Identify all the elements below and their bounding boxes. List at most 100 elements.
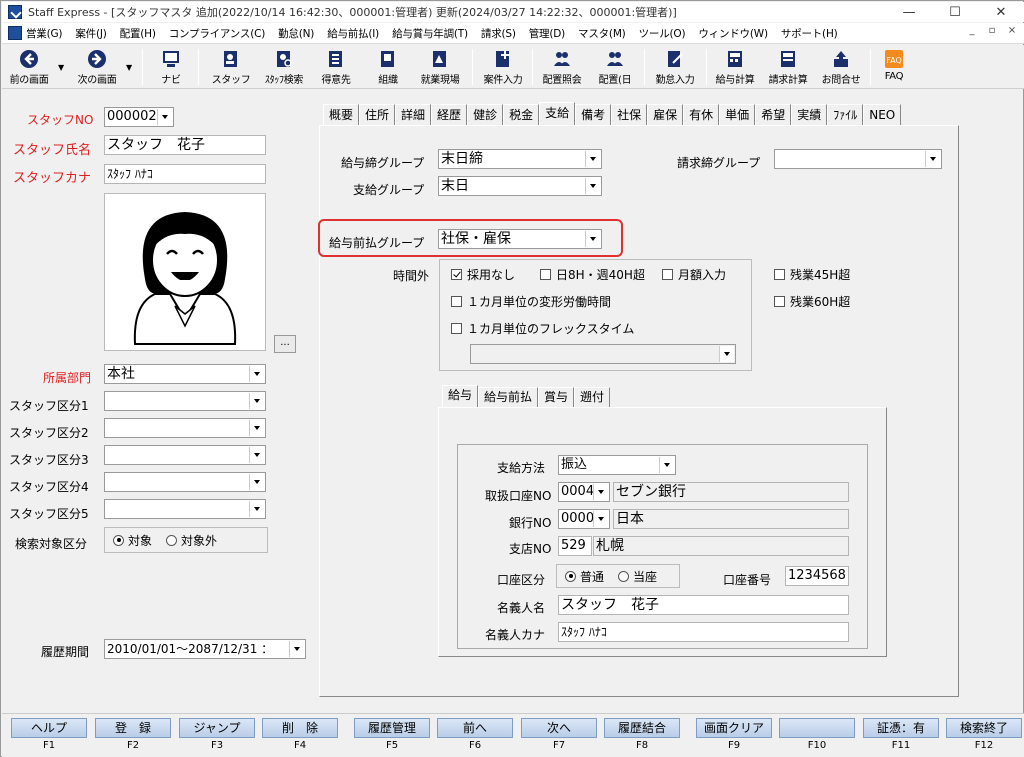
- bank-no-select[interactable]: 0000: [558, 509, 610, 529]
- ot-1month-variable-checkbox[interactable]: １カ月単位の変形労働時間: [451, 293, 611, 310]
- assign-day-button[interactable]: 配置(日: [592, 47, 638, 87]
- tab-payment[interactable]: 支給: [539, 102, 576, 126]
- next-dropdown-icon[interactable]: ▼: [126, 63, 132, 72]
- site-button[interactable]: 就業現場: [414, 47, 466, 87]
- prev-screen-button[interactable]: 前の画面: [6, 47, 52, 87]
- dept-select[interactable]: 本社: [104, 364, 266, 384]
- tab-paid-leave[interactable]: 有休: [683, 104, 720, 126]
- case-input-button[interactable]: 案件入力: [478, 47, 528, 87]
- tab-files[interactable]: ﾌｧｲﾙ: [827, 104, 864, 126]
- attendance-button[interactable]: 勤怠入力: [650, 47, 700, 87]
- tab-tax[interactable]: 税金: [503, 104, 540, 126]
- holder-name-field[interactable]: スタッフ 花子: [558, 595, 849, 615]
- ot-60-checkbox[interactable]: 残業60H超: [774, 293, 850, 310]
- f12-exit-search-button[interactable]: 検索終了 F12: [946, 718, 1022, 754]
- advance-group-select[interactable]: 社保・雇保: [438, 229, 602, 249]
- pay-close-group-select[interactable]: 末日締: [438, 149, 602, 169]
- menu-window[interactable]: ウィンドウ(W): [698, 26, 768, 41]
- f5-history-button[interactable]: 履歴管理 F5: [354, 718, 430, 754]
- mdi-restore-button[interactable]: ▫: [985, 25, 999, 36]
- tab-unit-price[interactable]: 単価: [719, 104, 756, 126]
- ot-monthly-checkbox[interactable]: 月額入力: [662, 266, 726, 283]
- f11-evidence-button[interactable]: 証憑：有 F11: [863, 718, 939, 754]
- tab-remarks[interactable]: 備考: [575, 104, 612, 126]
- staff-name-field[interactable]: スタッフ 花子: [104, 135, 266, 155]
- menu-case[interactable]: 案件(J): [75, 26, 106, 41]
- tab-neo[interactable]: NEO: [863, 104, 902, 126]
- next-screen-button[interactable]: 次の画面: [72, 47, 122, 87]
- account-number-field[interactable]: 1234568: [785, 566, 849, 586]
- staff-search-button[interactable]: ｽﾀｯﾌ検索: [258, 47, 310, 87]
- menu-payroll[interactable]: 給与賞与年調(T): [392, 26, 468, 41]
- f8-merge-button[interactable]: 履歴結合 F8: [604, 718, 680, 754]
- menu-sales[interactable]: 営業(G): [26, 26, 63, 41]
- ot-flex-select[interactable]: [470, 344, 736, 364]
- history-period-select[interactable]: 2010/01/01～2087/12/31 ：: [104, 639, 306, 659]
- ot-day8-checkbox[interactable]: 日8H・週40H超: [540, 266, 645, 283]
- close-button[interactable]: ✕: [978, 2, 1024, 22]
- f3-jump-button[interactable]: ジャンプ F3: [179, 718, 255, 754]
- f10-button[interactable]: F10: [779, 718, 855, 754]
- subtab-retro[interactable]: 遡付: [574, 387, 611, 407]
- f2-register-button[interactable]: 登 録 F2: [95, 718, 171, 754]
- staff-cat3-select[interactable]: [104, 445, 266, 465]
- menu-admin[interactable]: 管理(D): [529, 26, 565, 41]
- mdi-close-button[interactable]: ×: [1005, 25, 1019, 36]
- minimize-button[interactable]: —: [886, 2, 932, 22]
- account-current-radio[interactable]: 当座: [618, 568, 657, 585]
- prev-dropdown-icon[interactable]: ▼: [58, 63, 64, 72]
- staff-button[interactable]: スタッフ: [208, 47, 254, 87]
- inquiry-button[interactable]: お問合せ: [816, 47, 866, 87]
- staff-cat5-select[interactable]: [104, 499, 266, 519]
- menu-advance[interactable]: 給与前払(I): [327, 26, 379, 41]
- payroll-button[interactable]: 給与計算: [710, 47, 760, 87]
- staff-cat2-select[interactable]: [104, 418, 266, 438]
- tab-results[interactable]: 実績: [791, 104, 828, 126]
- tab-history[interactable]: 経歴: [431, 104, 468, 126]
- maximize-button[interactable]: ☐: [932, 2, 978, 22]
- menu-billing[interactable]: 請求(S): [481, 26, 516, 41]
- org-button[interactable]: 組織: [368, 47, 408, 87]
- f6-prev-button[interactable]: 前へ F6: [437, 718, 513, 754]
- branch-no-field[interactable]: 529: [558, 536, 592, 556]
- billing-close-group-select[interactable]: [774, 149, 942, 169]
- ot-flex-checkbox[interactable]: １カ月単位のフレックスタイム: [451, 320, 634, 337]
- tab-social-insurance[interactable]: 社保: [611, 104, 648, 126]
- staff-cat4-select[interactable]: [104, 472, 266, 492]
- tab-overview[interactable]: 概要: [323, 104, 360, 126]
- tab-health[interactable]: 健診: [467, 104, 504, 126]
- staff-no-select[interactable]: 000002: [104, 107, 174, 127]
- f1-help-button[interactable]: ヘルプ F1: [11, 718, 87, 754]
- account-no-select[interactable]: 0004: [558, 482, 610, 502]
- account-normal-radio[interactable]: 普通: [565, 568, 604, 585]
- client-button[interactable]: 得意先: [314, 47, 358, 87]
- menu-support[interactable]: サポート(H): [781, 26, 838, 41]
- menu-master[interactable]: マスタ(M): [578, 26, 626, 41]
- menu-assign[interactable]: 配置(H): [120, 26, 156, 41]
- subtab-bonus[interactable]: 賞与: [538, 387, 575, 407]
- menu-tools[interactable]: ツール(O): [639, 26, 686, 41]
- ot-adopt-checkbox[interactable]: 採用なし: [451, 266, 515, 283]
- search-target-off-radio[interactable]: 対象外: [166, 532, 217, 549]
- subtab-salary[interactable]: 給与: [442, 385, 479, 407]
- photo-browse-button[interactable]: ...: [274, 335, 296, 353]
- ot-45-checkbox[interactable]: 残業45H超: [774, 266, 850, 283]
- holder-kana-field[interactable]: ｽﾀｯﾌ ﾊﾅｺ: [558, 622, 849, 642]
- menu-compliance[interactable]: コンプライアンス(C): [169, 26, 266, 41]
- menu-attendance[interactable]: 勤怠(N): [278, 26, 314, 41]
- navi-button[interactable]: ナビ: [154, 47, 188, 87]
- pay-group-select[interactable]: 末日: [438, 176, 602, 196]
- f7-next-button[interactable]: 次へ F7: [521, 718, 597, 754]
- f9-clear-button[interactable]: 画面クリア F9: [696, 718, 772, 754]
- billing-button[interactable]: 請求計算: [762, 47, 814, 87]
- tab-details[interactable]: 詳細: [395, 104, 432, 126]
- faq-button[interactable]: FAQ FAQ: [876, 47, 912, 87]
- staff-kana-field[interactable]: ｽﾀｯﾌ ﾊﾅｺ: [104, 164, 266, 184]
- tab-employment-insurance[interactable]: 雇保: [647, 104, 684, 126]
- search-target-on-radio[interactable]: 対象: [113, 532, 152, 549]
- mdi-minimize-button[interactable]: _: [965, 25, 979, 36]
- f4-delete-button[interactable]: 削 除 F4: [262, 718, 338, 754]
- pay-method-select[interactable]: 振込: [558, 455, 676, 475]
- staff-cat1-select[interactable]: [104, 391, 266, 411]
- subtab-advance[interactable]: 給与前払: [478, 387, 539, 407]
